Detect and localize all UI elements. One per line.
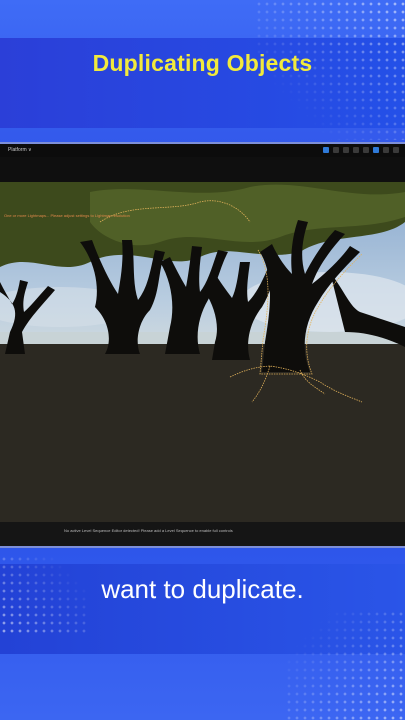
- camera-speed-icon[interactable]: [383, 147, 389, 153]
- viewport-warning: One or more Lightmaps... Please adjust s…: [4, 213, 130, 218]
- rotate-snap-icon[interactable]: [363, 147, 369, 153]
- maximize-viewport-icon[interactable]: [393, 147, 399, 153]
- dot-pattern-bottom-right: [285, 610, 405, 720]
- lit-mode-icon[interactable]: [333, 147, 339, 153]
- editor-subbar: [0, 157, 405, 182]
- ground: [0, 344, 405, 522]
- perspective-icon[interactable]: [323, 147, 329, 153]
- unreal-editor-window[interactable]: Platform ∨ One or more Lightmaps... Plea…: [0, 144, 405, 546]
- editor-statusbar: No active Level Sequence Editor detected…: [0, 522, 405, 546]
- video-caption: want to duplicate.: [101, 574, 304, 604]
- toolbar-icons: [323, 147, 399, 153]
- platform-menu[interactable]: Platform ∨: [8, 147, 32, 153]
- video-title: Duplicating Objects: [92, 50, 313, 76]
- viewport-scene: [0, 182, 405, 522]
- show-flags-icon[interactable]: [343, 147, 349, 153]
- status-message: No active Level Sequence Editor detected…: [64, 528, 233, 533]
- grid-snap-icon[interactable]: [353, 147, 359, 153]
- scale-snap-icon[interactable]: [373, 147, 379, 153]
- editor-toolbar: Platform ∨: [0, 144, 405, 158]
